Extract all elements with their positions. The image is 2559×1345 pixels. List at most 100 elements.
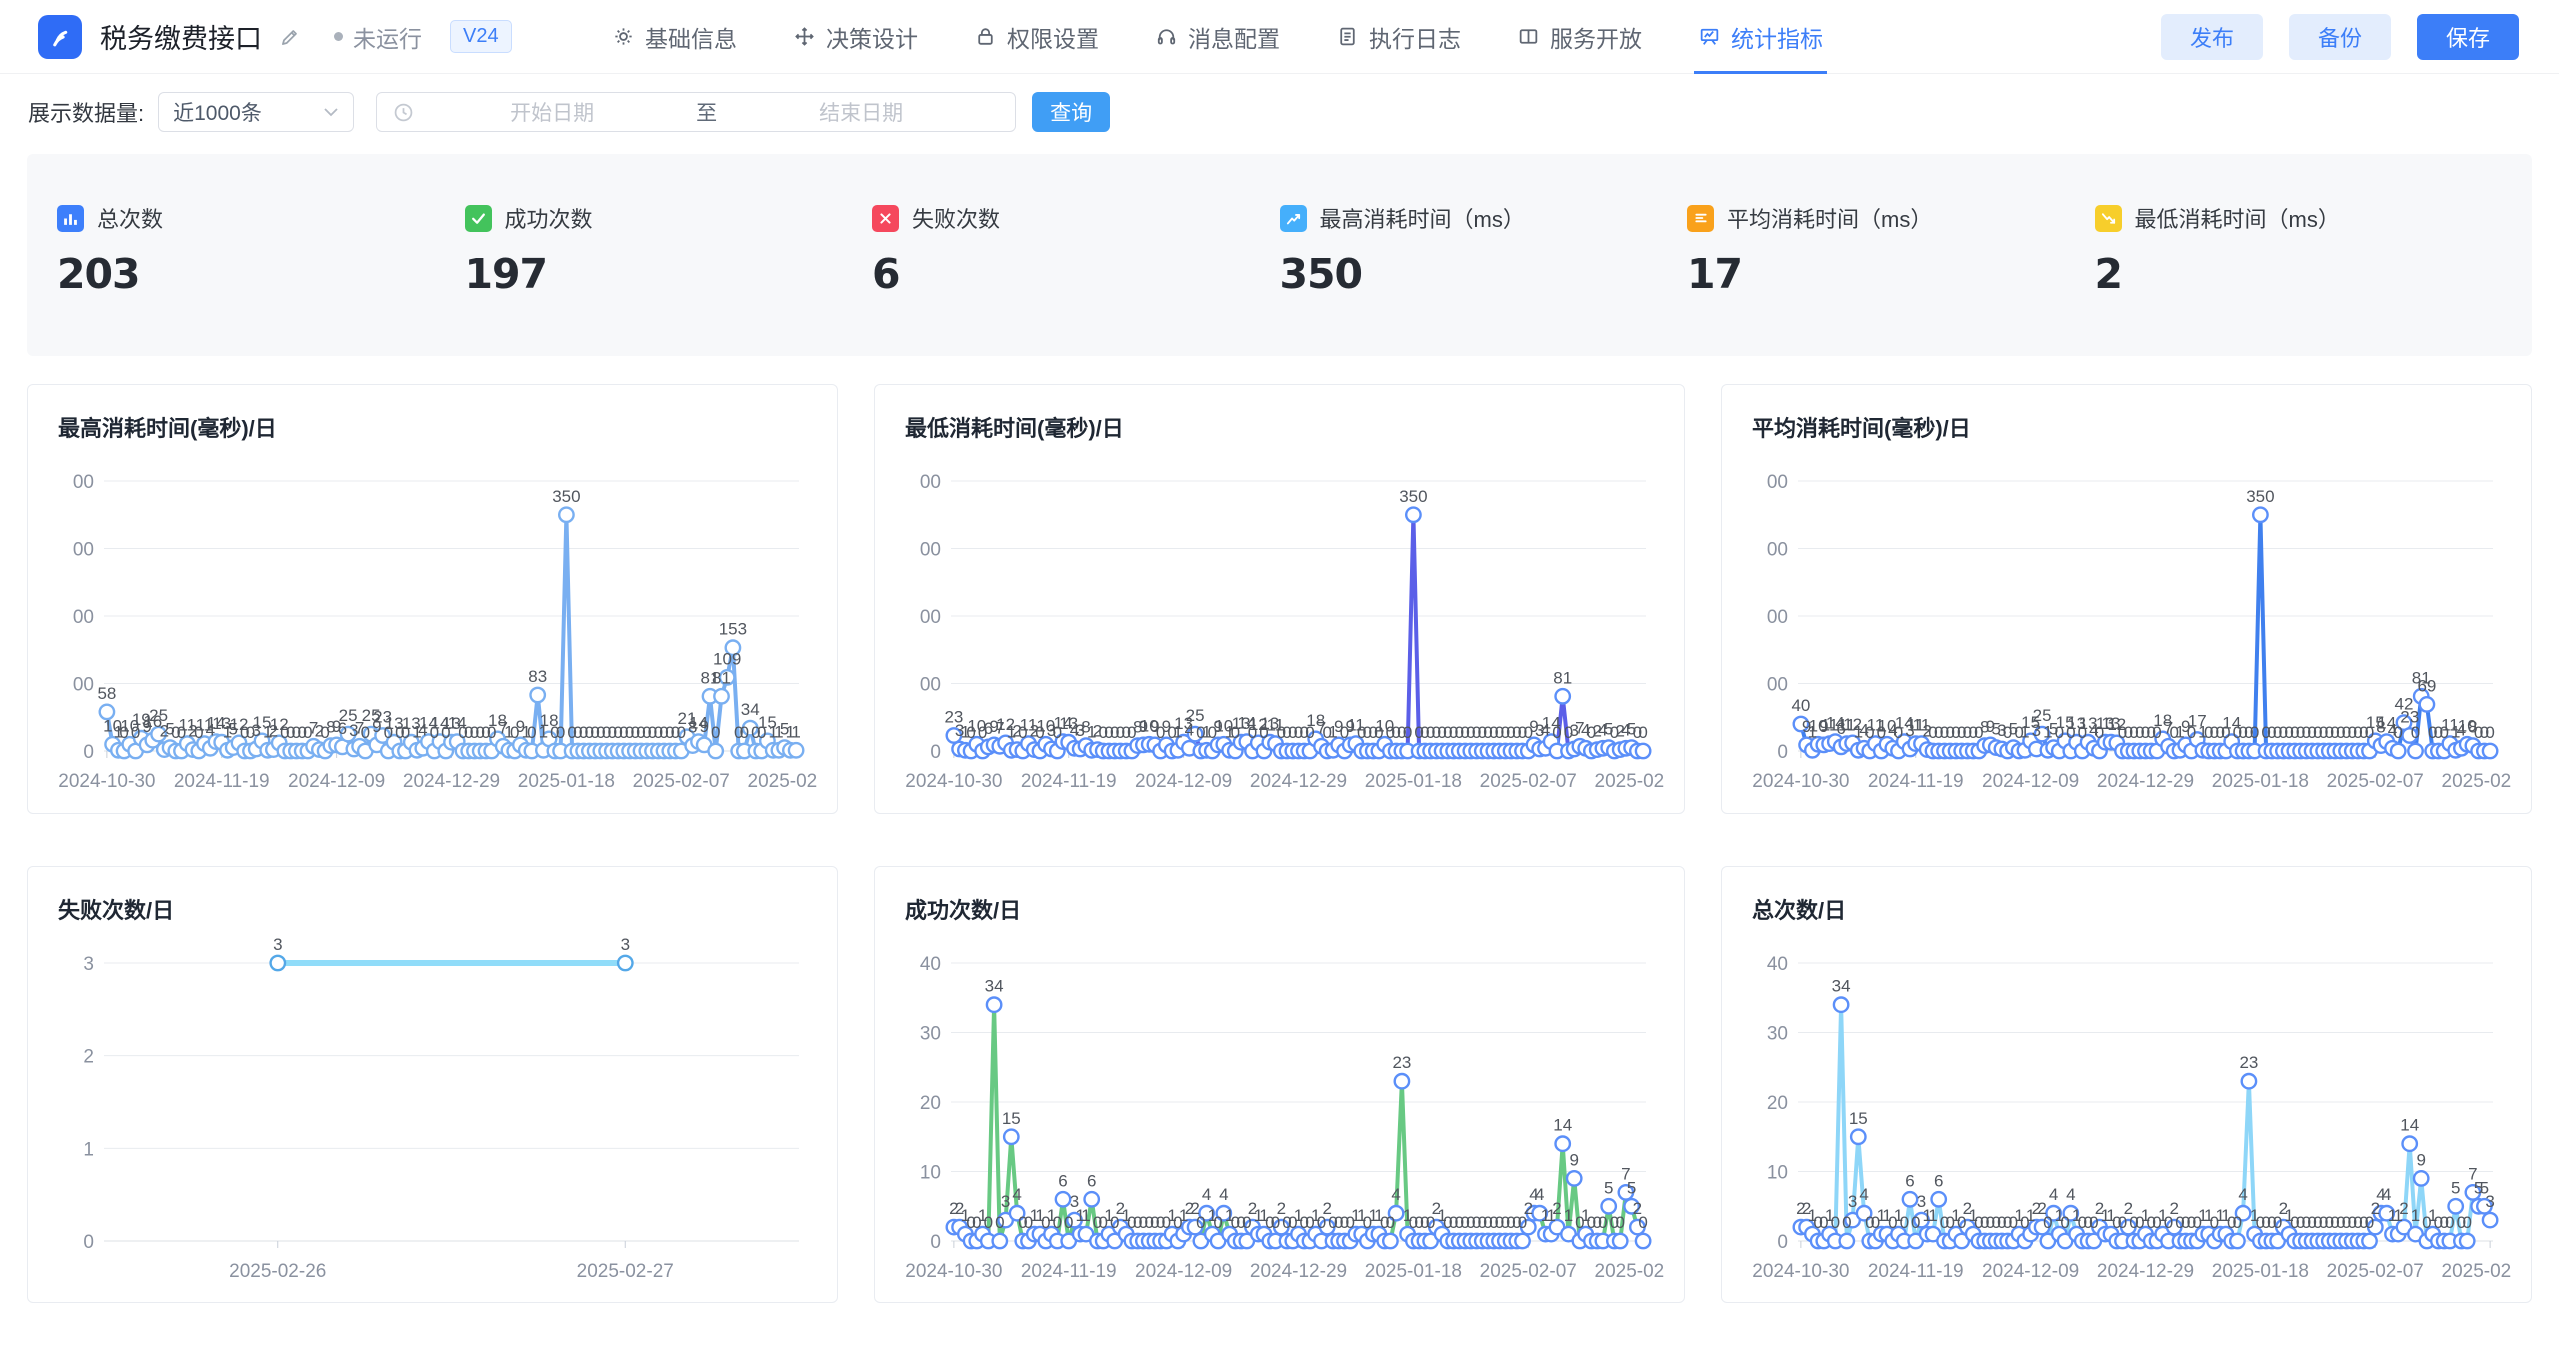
svg-text:2024-12-29: 2024-12-29 — [403, 771, 500, 792]
start-date-input[interactable]: 开始日期 — [414, 97, 690, 127]
svg-text:14: 14 — [1553, 1116, 1572, 1135]
svg-text:4: 4 — [2066, 1185, 2075, 1204]
svg-text:0: 0 — [1064, 1213, 1073, 1232]
svg-text:15: 15 — [1849, 1109, 1868, 1128]
svg-text:350: 350 — [552, 487, 580, 506]
svg-text:1: 1 — [83, 1139, 94, 1160]
svg-text:81: 81 — [1553, 668, 1572, 687]
tab-decision-design[interactable]: 决策设计 — [793, 0, 918, 74]
tab-service-open[interactable]: 服务开放 — [1517, 0, 1642, 74]
stat-label: 总次数 — [97, 202, 163, 234]
svg-text:0: 0 — [1777, 742, 1788, 763]
tab-execution-log[interactable]: 执行日志 — [1336, 0, 1461, 74]
tab-statistics[interactable]: 统计指标 — [1698, 0, 1823, 74]
svg-text:6: 6 — [1905, 1171, 1914, 1190]
trend-up-icon — [1280, 205, 1307, 232]
svg-text:0: 0 — [1552, 723, 1561, 742]
svg-text:00: 00 — [1767, 472, 1788, 493]
svg-text:0: 0 — [1638, 1213, 1647, 1232]
stat-label: 平均消耗时间（ms） — [1727, 202, 1932, 234]
svg-text:4: 4 — [1859, 1185, 1868, 1204]
save-button[interactable]: 保存 — [2417, 14, 2519, 60]
stat-value: 203 — [57, 250, 465, 298]
status-text: 未运行 — [353, 20, 422, 54]
stat-fail-count: 失败次数 6 — [872, 202, 1280, 298]
chart-card-avg-time: 平均消耗时间(毫秒)/日 0000000002024-10-302024-11-… — [1721, 384, 2532, 814]
svg-text:0: 0 — [2250, 723, 2259, 742]
svg-text:9: 9 — [699, 717, 708, 736]
stat-label: 失败次数 — [912, 202, 1000, 234]
line-chart-avg-time[interactable]: 0000000002024-10-302024-11-192024-12-092… — [1748, 447, 2511, 803]
chart-card-fail-count: 失败次数/日 01232025-02-262025-02-2733 — [27, 866, 838, 1303]
svg-text:00: 00 — [73, 607, 94, 628]
svg-text:0: 0 — [1213, 1213, 1222, 1232]
svg-text:2024-11-19: 2024-11-19 — [1021, 1261, 1117, 1282]
line-chart-min-time[interactable]: 0000000002024-10-302024-11-192024-12-092… — [901, 447, 1664, 803]
svg-text:40: 40 — [1767, 954, 1788, 975]
svg-text:0: 0 — [1053, 1213, 1062, 1232]
query-button[interactable]: 查询 — [1032, 92, 1110, 132]
tab-permission-settings[interactable]: 权限设置 — [974, 0, 1099, 74]
backup-button[interactable]: 备份 — [2289, 14, 2391, 60]
svg-text:1: 1 — [1081, 1206, 1090, 1225]
tab-label: 服务开放 — [1550, 20, 1642, 54]
svg-text:2024-11-19: 2024-11-19 — [174, 771, 270, 792]
svg-text:3: 3 — [621, 935, 630, 954]
chart-card-total-count: 总次数/日 0102030402024-10-302024-11-192024-… — [1721, 866, 2532, 1303]
svg-text:5: 5 — [2451, 1178, 2460, 1197]
svg-text:350: 350 — [1399, 487, 1427, 506]
svg-text:0: 0 — [1196, 1213, 1205, 1232]
date-range-picker[interactable]: 开始日期 至 结束日期 — [376, 92, 1016, 132]
chart-board-icon — [1698, 25, 1721, 48]
chart-title: 平均消耗时间(毫秒)/日 — [1752, 411, 2511, 443]
tab-message-config[interactable]: 消息配置 — [1155, 0, 1280, 74]
svg-text:350: 350 — [2246, 487, 2274, 506]
svg-text:2025-02-26: 2025-02-26 — [229, 1261, 326, 1282]
svg-text:2025-02-07: 2025-02-07 — [633, 771, 730, 792]
svg-text:4: 4 — [2049, 1185, 2058, 1204]
end-date-input[interactable]: 结束日期 — [723, 97, 999, 127]
svg-text:1: 1 — [1928, 1206, 1937, 1225]
lines-icon — [1687, 205, 1714, 232]
stat-label: 最高消耗时间（ms） — [1320, 202, 1525, 234]
run-status: 未运行 — [334, 20, 422, 54]
svg-text:0: 0 — [2233, 1213, 2242, 1232]
line-chart-total-count[interactable]: 0102030402024-10-302024-11-192024-12-092… — [1748, 929, 2511, 1293]
svg-text:34: 34 — [741, 700, 760, 719]
svg-text:2025-02-27: 2025-02-27 — [1595, 1261, 1664, 1282]
chart-title: 成功次数/日 — [905, 893, 1664, 925]
svg-text:6: 6 — [1058, 1171, 1067, 1190]
svg-text:0: 0 — [1777, 1232, 1788, 1253]
svg-text:0: 0 — [527, 723, 536, 742]
svg-text:2024-12-29: 2024-12-29 — [2097, 771, 2194, 792]
line-chart-success-count[interactable]: 0102030402024-10-302024-11-192024-12-092… — [901, 929, 1664, 1293]
stat-max-time: 最高消耗时间（ms） 350 — [1280, 202, 1688, 298]
svg-text:00: 00 — [920, 540, 941, 561]
data-volume-select[interactable]: 近1000条 — [158, 92, 354, 132]
stat-value: 2 — [2095, 250, 2503, 298]
publish-button[interactable]: 发布 — [2161, 14, 2263, 60]
svg-text:40: 40 — [1791, 696, 1810, 715]
stat-total-count: 总次数 203 — [57, 202, 465, 298]
tab-label: 决策设计 — [826, 20, 918, 54]
logo-icon — [47, 23, 74, 50]
bar-chart-icon — [57, 205, 84, 232]
tab-basic-info[interactable]: 基础信息 — [612, 0, 737, 74]
svg-text:20: 20 — [920, 1093, 941, 1114]
svg-text:2024-11-19: 2024-11-19 — [1021, 771, 1117, 792]
line-chart-fail-count[interactable]: 01232025-02-262025-02-2733 — [54, 929, 817, 1293]
svg-text:4: 4 — [1012, 1185, 1021, 1204]
line-chart-max-time[interactable]: 0000000002024-10-302024-11-192024-12-092… — [54, 447, 817, 803]
svg-text:1: 1 — [2411, 1206, 2420, 1225]
data-volume-label: 展示数据量: — [28, 96, 144, 128]
date-separator: 至 — [690, 97, 723, 127]
svg-text:9: 9 — [1569, 1150, 1578, 1169]
svg-text:83: 83 — [528, 667, 547, 686]
svg-text:00: 00 — [920, 472, 941, 493]
svg-text:3: 3 — [2485, 1192, 2494, 1211]
edit-title-icon[interactable] — [278, 25, 302, 49]
svg-text:4: 4 — [2382, 1185, 2391, 1204]
svg-text:34: 34 — [1832, 977, 1851, 996]
svg-text:0: 0 — [2462, 1213, 2471, 1232]
svg-text:2024-12-29: 2024-12-29 — [1250, 1261, 1347, 1282]
